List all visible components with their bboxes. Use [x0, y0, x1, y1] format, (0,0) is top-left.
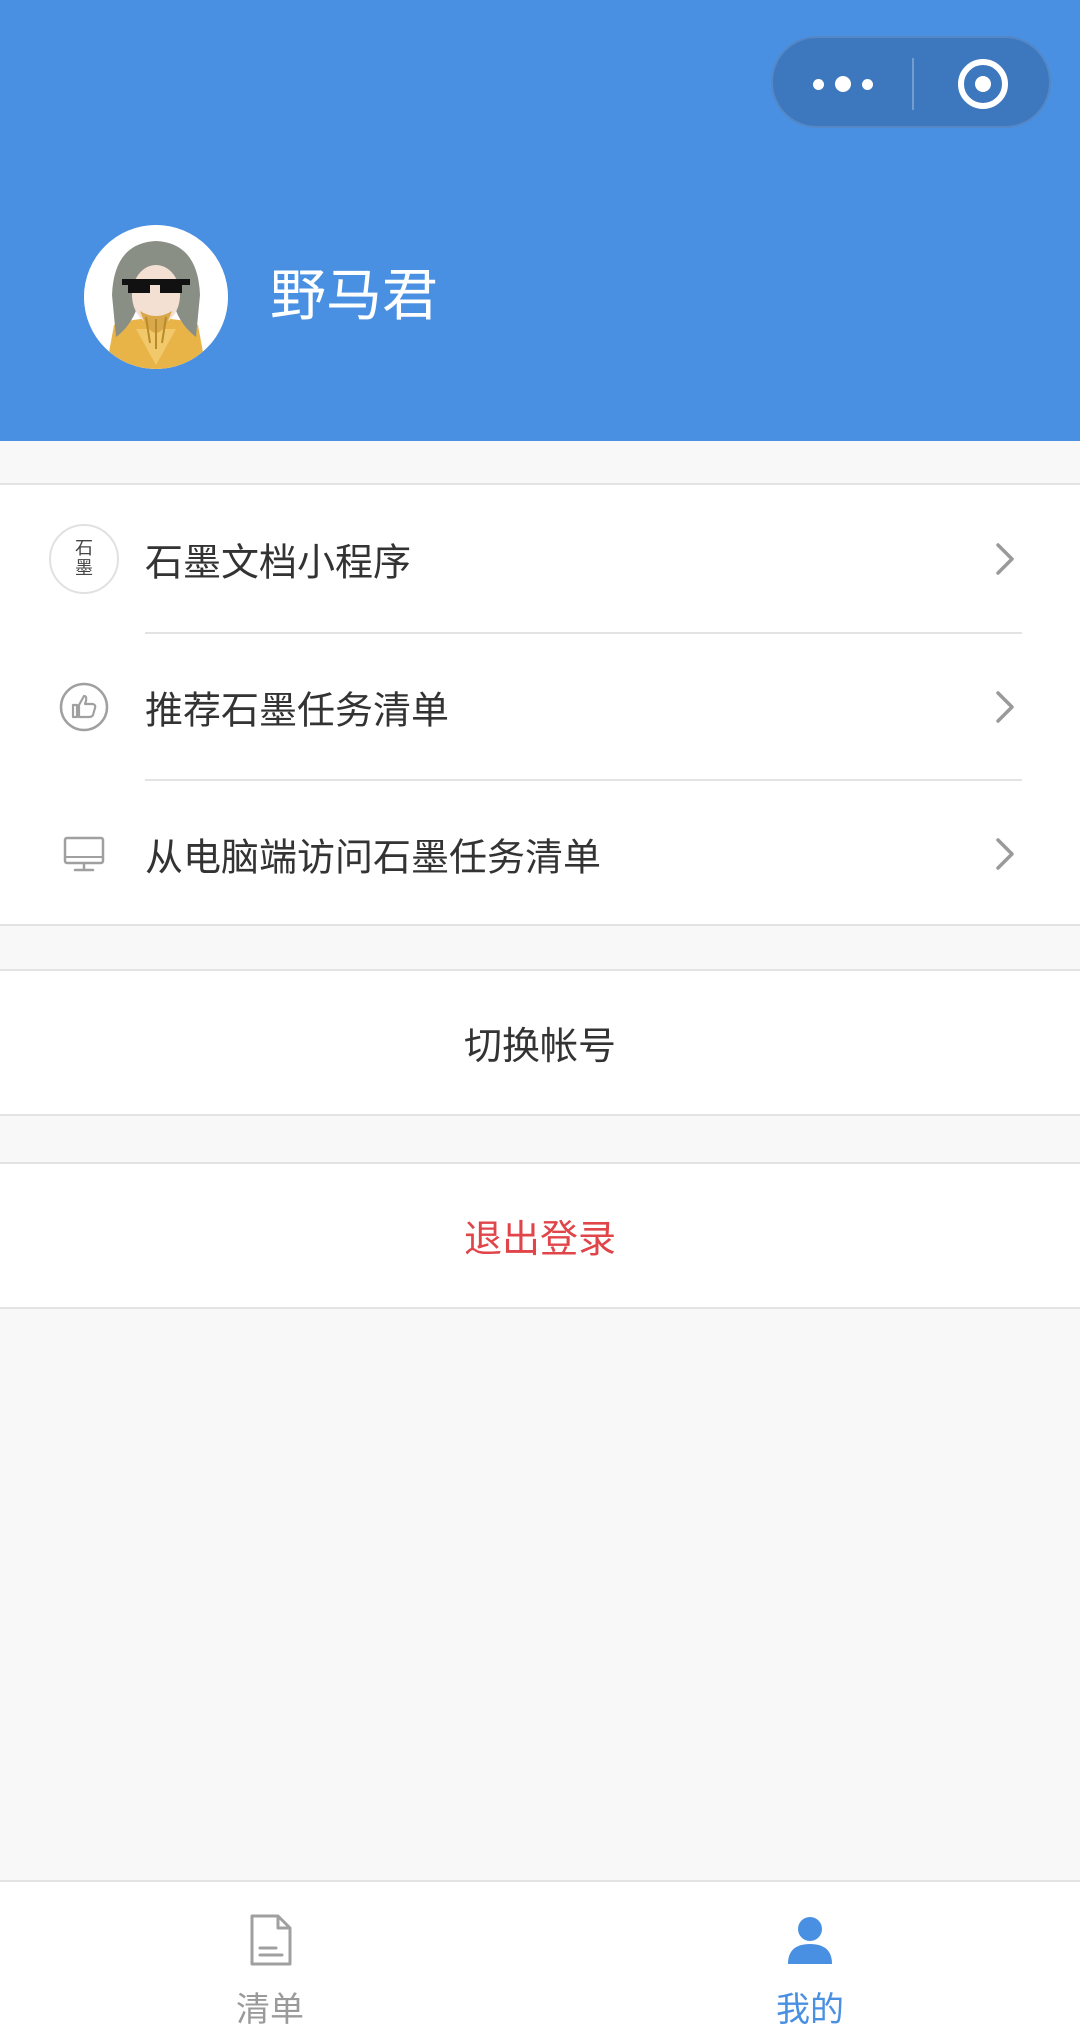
monitor-icon: [48, 818, 120, 890]
profile-page: 野马君 石 墨 石墨文档小程序 推荐石墨任务清单 从电脑端访问石墨任务清单 切换…: [0, 0, 1080, 2040]
chevron-right-icon: [996, 690, 1014, 723]
tab-label: 我的: [776, 1990, 844, 2030]
chevron-right-icon: [996, 542, 1014, 575]
menu-item-label: 从电脑端访问石墨任务清单: [145, 835, 602, 879]
logout-button[interactable]: 退出登录: [0, 1162, 1080, 1309]
tab-bar: 清单 我的: [0, 1880, 1080, 2040]
menu-item-desktop-access[interactable]: 从电脑端访问石墨任务清单: [0, 780, 1080, 927]
document-icon: [250, 1914, 292, 1966]
tab-list[interactable]: 清单: [0, 1882, 540, 2040]
menu-item-label: 石墨文档小程序: [145, 540, 412, 584]
user-icon: [788, 1917, 832, 1964]
shimo-logo-icon: 石 墨: [48, 523, 120, 595]
profile-header: 野马君: [0, 0, 1080, 441]
username: 野马君: [270, 264, 438, 329]
more-dots-icon: [812, 78, 824, 90]
avatar[interactable]: [84, 225, 228, 369]
more-button[interactable]: [773, 38, 912, 130]
chevron-right-icon: [996, 837, 1014, 870]
tab-label: 清单: [236, 1990, 304, 2030]
close-mini-program-button[interactable]: [914, 38, 1051, 130]
menu-item-recommend[interactable]: 推荐石墨任务清单: [0, 633, 1080, 780]
menu-item-label: 推荐石墨任务清单: [145, 688, 450, 732]
mini-program-capsule: [771, 36, 1051, 128]
thumbs-up-icon: [48, 671, 120, 743]
menu-item-shimo-docs[interactable]: 石 墨 石墨文档小程序: [0, 485, 1080, 632]
avatar-image: [84, 225, 228, 369]
switch-account-button[interactable]: 切换帐号: [0, 969, 1080, 1116]
tab-mine[interactable]: 我的: [540, 1882, 1080, 2040]
target-circle-icon: [957, 59, 1008, 109]
menu-list: 石 墨 石墨文档小程序 推荐石墨任务清单 从电脑端访问石墨任务清单: [0, 483, 1080, 926]
